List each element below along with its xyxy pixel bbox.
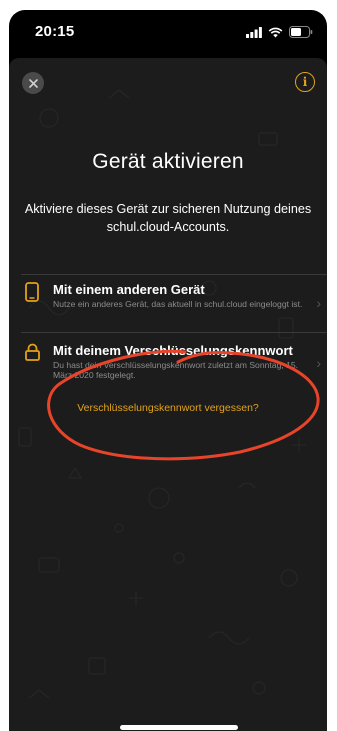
status-bar: 20:15	[9, 10, 327, 56]
chevron-right-icon: ›	[316, 355, 321, 371]
info-button[interactable]: i	[295, 72, 315, 92]
chevron-right-icon: ›	[316, 295, 321, 311]
status-icons	[246, 25, 313, 39]
page-title: Gerät aktivieren	[92, 150, 244, 173]
option-description: Du hast dein Verschlüsselungskennwort zu…	[53, 360, 299, 380]
status-time: 20:15	[35, 23, 75, 40]
home-indicator	[120, 725, 238, 730]
activation-sheet: i Gerät aktivieren Aktiviere dieses Gerä…	[9, 58, 327, 731]
subtitle-line-1: Aktiviere dieses Gerät zur sicheren Nutz…	[24, 202, 312, 216]
option-title: Mit einem anderen Gerät	[53, 282, 205, 297]
page-subtitle: Aktiviere dieses Gerät zur sicheren Nutz…	[9, 200, 327, 236]
signal-icon	[246, 26, 262, 38]
option-encryption-password[interactable]: Mit deinem Verschlüsselungskennwort Du h…	[9, 343, 327, 401]
close-icon	[28, 78, 38, 88]
phone-screen: 20:15 i Gerät aktivieren Aktiviere diese…	[9, 10, 327, 731]
subtitle-line-2: schul.cloud-Accounts.	[106, 220, 230, 234]
divider	[21, 332, 327, 333]
close-button[interactable]	[22, 72, 44, 94]
wifi-icon	[268, 27, 283, 37]
battery-icon	[289, 26, 313, 38]
forgot-password-link[interactable]: Verschlüsselungskennwort vergessen?	[9, 402, 327, 414]
lock-icon	[25, 343, 40, 361]
divider	[21, 274, 327, 275]
option-description: Nutze ein anderes Gerät, das aktuell in …	[53, 299, 303, 309]
phone-icon	[25, 282, 39, 302]
info-icon: i	[302, 75, 308, 89]
option-title: Mit deinem Verschlüsselungskennwort	[53, 343, 293, 358]
